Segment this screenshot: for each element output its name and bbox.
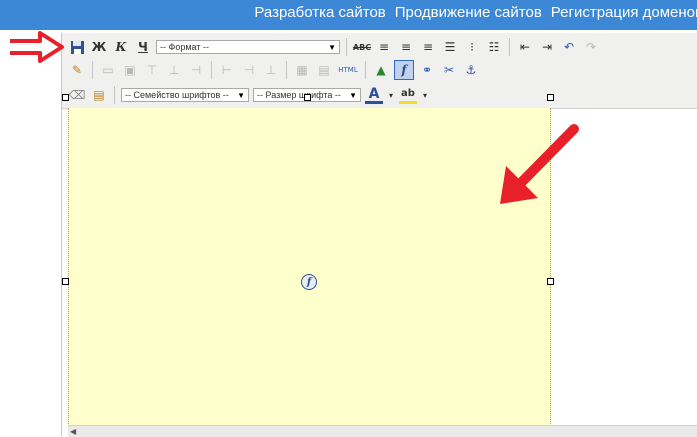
split-cells-icon[interactable]: ▦ — [293, 61, 311, 79]
paste-word-icon[interactable]: ▤ — [90, 86, 108, 104]
italic-icon[interactable]: К — [112, 38, 130, 56]
resize-handle-top-right[interactable] — [547, 94, 554, 101]
eraser-icon[interactable]: ⌫ — [68, 86, 86, 104]
chevron-down-icon[interactable]: ▾ — [387, 86, 395, 104]
align-left-icon[interactable]: ≡ — [375, 38, 393, 56]
top-navigation-bar: Разработка сайтов Продвижение сайтов Рег… — [0, 0, 697, 30]
toolbar-row-1: Ж К Ч -- Формат -- ▼ ABC ≡ ≡ ≡ ☰ ⁝ ☷ ⇤ ⇥… — [68, 36, 600, 58]
delete-col-icon[interactable]: ⊥ — [262, 61, 280, 79]
bold-icon[interactable]: Ж — [90, 38, 108, 56]
underline-icon[interactable]: Ч — [134, 38, 152, 56]
insert-col-before-icon[interactable]: ⊢ — [218, 61, 236, 79]
editor-toolbar: Ж К Ч -- Формат -- ▼ ABC ≡ ≡ ≡ ☰ ⁝ ☷ ⇤ ⇥… — [62, 33, 697, 109]
justify-icon[interactable]: ☰ — [441, 38, 459, 56]
toolbar-separator — [211, 61, 212, 79]
align-center-icon[interactable]: ≡ — [397, 38, 415, 56]
undo-icon[interactable]: ↶ — [560, 38, 578, 56]
resize-handle-top-left[interactable] — [62, 94, 69, 101]
font-family-select-value: -- Семейство шрифтов -- — [125, 90, 229, 100]
merge-cells-icon[interactable]: ▤ — [315, 61, 333, 79]
nav-link-seo[interactable]: Продвижение сайтов — [395, 4, 542, 21]
html-source-button[interactable]: HTML — [337, 61, 359, 79]
chevron-down-icon[interactable]: ▾ — [421, 86, 429, 104]
strikethrough-icon[interactable]: ABC — [353, 38, 371, 56]
redo-icon[interactable]: ↷ — [582, 38, 600, 56]
highlight-color-icon[interactable]: ab — [399, 87, 417, 104]
annotation-arrow-icon — [500, 124, 579, 204]
resize-handle-left[interactable] — [62, 278, 69, 285]
font-size-select-value: -- Размер шрифта -- — [257, 90, 341, 100]
nav-link-web-development[interactable]: Разработка сайтов — [254, 4, 385, 21]
insert-row-before-icon[interactable]: ⊤ — [143, 61, 161, 79]
resize-handle-right[interactable] — [547, 278, 554, 285]
flash-icon[interactable]: f — [394, 60, 414, 80]
format-select-value: -- Формат -- — [160, 42, 209, 52]
annotation-arrow-icon — [10, 31, 64, 63]
flash-object-placeholder[interactable] — [68, 108, 551, 436]
save-icon[interactable] — [68, 38, 86, 56]
chevron-down-icon: ▼ — [328, 42, 336, 52]
resize-handle-top[interactable] — [304, 94, 311, 101]
table-row-props-icon[interactable]: ▭ — [99, 61, 117, 79]
bullet-list-icon[interactable]: ⁝ — [463, 38, 481, 56]
unlink-icon[interactable]: ✂ — [440, 61, 458, 79]
anchor-icon[interactable]: ⚓ — [462, 61, 480, 79]
insert-row-after-icon[interactable]: ⊥ — [165, 61, 183, 79]
link-icon[interactable]: ⚭ — [418, 61, 436, 79]
toolbar-separator — [509, 38, 510, 56]
toolbar-row-3: ⌫ ▤ -- Семейство шрифтов -- ▼ -- Размер … — [68, 84, 429, 106]
font-family-select[interactable]: -- Семейство шрифтов -- ▼ — [121, 88, 249, 102]
toolbar-separator — [346, 38, 347, 56]
align-right-icon[interactable]: ≡ — [419, 38, 437, 56]
outdent-icon[interactable]: ⇤ — [516, 38, 534, 56]
insert-image-icon[interactable]: ▲ — [372, 61, 390, 79]
font-color-icon[interactable]: A — [365, 86, 383, 104]
scroll-left-icon[interactable]: ◀ — [70, 427, 76, 436]
indent-icon[interactable]: ⇥ — [538, 38, 556, 56]
chevron-down-icon: ▼ — [237, 90, 245, 100]
numbered-list-icon[interactable]: ☷ — [485, 38, 503, 56]
insert-col-after-icon[interactable]: ⊣ — [240, 61, 258, 79]
edit-icon[interactable]: ✎ — [68, 61, 86, 79]
chevron-down-icon: ▼ — [349, 90, 357, 100]
delete-row-icon[interactable]: ⊣ — [187, 61, 205, 79]
horizontal-scrollbar[interactable]: ◀ — [68, 425, 697, 437]
toolbar-separator — [286, 61, 287, 79]
top-nav-links: Разработка сайтов Продвижение сайтов Рег… — [254, 4, 697, 21]
toolbar-separator — [92, 61, 93, 79]
toolbar-separator — [365, 61, 366, 79]
toolbar-row-2: ✎ ▭ ▣ ⊤ ⊥ ⊣ ⊢ ⊣ ⊥ ▦ ▤ HTML ▲ f ⚭ ✂ ⚓ — [68, 59, 480, 81]
nav-link-domain-registration[interactable]: Регистрация доменов — [551, 4, 697, 21]
flash-icon: f — [301, 274, 317, 290]
toolbar-separator — [114, 86, 115, 104]
table-cell-props-icon[interactable]: ▣ — [121, 61, 139, 79]
format-select[interactable]: -- Формат -- ▼ — [156, 40, 340, 54]
